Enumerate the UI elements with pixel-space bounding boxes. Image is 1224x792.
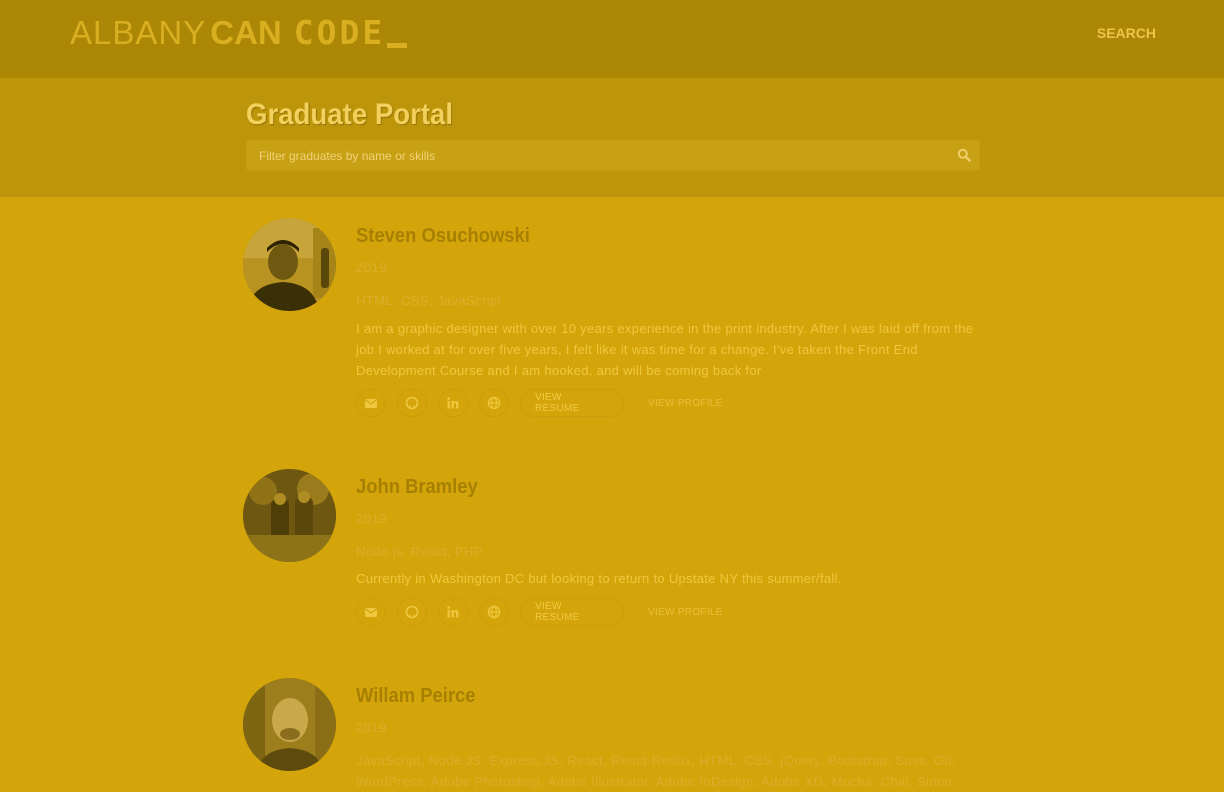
view-resume-button[interactable]: VIEW RESUME xyxy=(520,598,624,626)
graduate-skills: JavaScript, Node.JS, Express.JS, React, … xyxy=(356,753,956,789)
graduate-year: 2019 xyxy=(356,260,387,275)
email-button[interactable] xyxy=(356,598,386,626)
github-icon xyxy=(405,605,419,619)
page-title: Graduate Portal xyxy=(246,98,454,131)
linkedin-button[interactable] xyxy=(438,389,468,417)
graduate-card: John Bramley 2019 Node.js, React, PHP Cu… xyxy=(243,469,983,639)
email-button[interactable] xyxy=(356,389,386,417)
logo-text-code: CODE xyxy=(293,13,386,52)
avatar xyxy=(243,218,336,311)
albany-can-code-logo[interactable]: ALBANY CAN CODE xyxy=(70,13,408,52)
graduate-year: 2019 xyxy=(356,511,387,526)
graduate-card: Willam Peirce 2019 JavaScript, Node.JS, … xyxy=(243,678,983,792)
filter-box xyxy=(246,140,980,171)
hero-section: Graduate Portal xyxy=(0,78,1224,197)
logo-text-albany: ALBANY xyxy=(70,14,207,51)
graduate-bio: I am a graphic designer with over 10 yea… xyxy=(356,321,974,378)
logo-text-can: CAN xyxy=(210,14,282,51)
graduate-year: 2019 xyxy=(356,720,387,735)
avatar xyxy=(243,678,336,771)
graduate-card: Steven Osuchowski 2019 HTML, CSS, JavaSc… xyxy=(243,218,983,428)
globe-icon xyxy=(487,605,501,619)
graduate-name[interactable]: John Bramley xyxy=(356,476,478,499)
nav-search-link[interactable]: SEARCH xyxy=(1097,25,1156,41)
linkedin-button[interactable] xyxy=(438,598,468,626)
avatar xyxy=(243,469,336,562)
github-button[interactable] xyxy=(397,598,427,626)
envelope-icon xyxy=(364,608,378,617)
github-icon xyxy=(405,396,419,410)
linkedin-icon xyxy=(447,397,459,409)
top-navbar: ALBANY CAN CODE SEARCH xyxy=(0,0,1224,78)
filter-input[interactable] xyxy=(247,141,937,170)
graduate-name[interactable]: Steven Osuchowski xyxy=(356,225,530,248)
view-resume-button[interactable]: VIEW RESUME xyxy=(520,389,624,417)
graduate-name[interactable]: Willam Peirce xyxy=(356,685,475,708)
envelope-icon xyxy=(364,399,378,408)
globe-icon xyxy=(487,396,501,410)
graduate-actions: VIEW RESUME VIEW PROFILE xyxy=(356,389,737,417)
logo-cursor-underscore xyxy=(387,43,408,48)
view-profile-button[interactable]: VIEW PROFILE xyxy=(634,598,737,626)
graduate-skills: HTML, CSS, JavaScript xyxy=(356,293,502,308)
github-button[interactable] xyxy=(397,389,427,417)
graduate-actions: VIEW RESUME VIEW PROFILE xyxy=(356,598,737,626)
linkedin-icon xyxy=(447,606,459,618)
view-profile-button[interactable]: VIEW PROFILE xyxy=(634,389,737,417)
search-icon[interactable] xyxy=(957,148,971,162)
graduate-skills: Node.js, React, PHP xyxy=(356,544,483,559)
website-button[interactable] xyxy=(479,598,509,626)
graduate-bio: Currently in Washington DC but looking t… xyxy=(356,571,842,586)
website-button[interactable] xyxy=(479,389,509,417)
